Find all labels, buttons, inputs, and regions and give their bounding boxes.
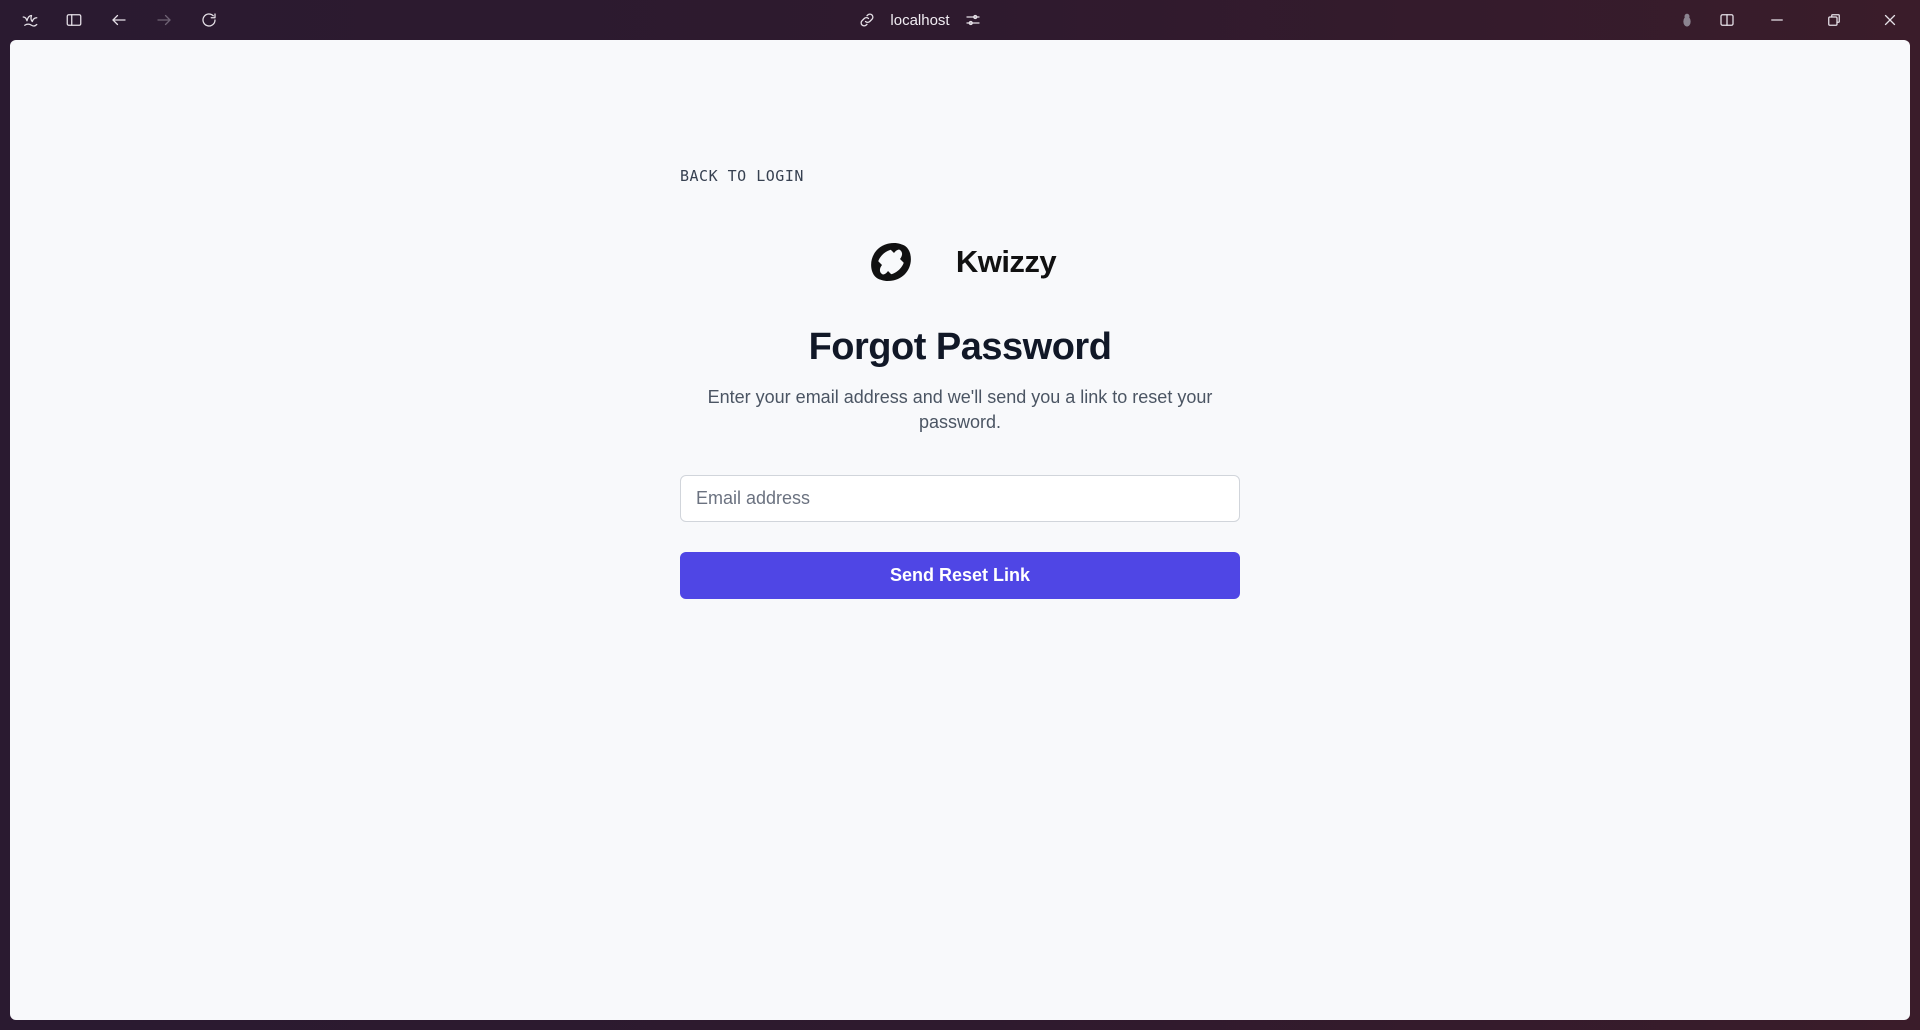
- minimize-button[interactable]: [1763, 6, 1791, 34]
- arrow-right-icon: [157, 14, 171, 26]
- send-reset-link-button[interactable]: Send Reset Link: [680, 552, 1240, 599]
- kwizzy-logo-icon: [870, 243, 911, 281]
- page-subtitle: Enter your email address and we'll send …: [707, 387, 1213, 432]
- restore-icon: [1828, 14, 1840, 26]
- reload-button[interactable]: [195, 6, 223, 34]
- page-viewport: BACK TO LOGIN Kwizzy Forgot Password Ent…: [10, 40, 1910, 1020]
- sliders-icon[interactable]: [964, 11, 982, 29]
- brand: Kwizzy: [680, 232, 1240, 292]
- minimize-icon: [1771, 19, 1783, 21]
- restore-button[interactable]: [1820, 6, 1848, 34]
- browser-titlebar: localhost: [0, 0, 1920, 40]
- address-url[interactable]: localhost: [890, 12, 949, 29]
- page-title: Forgot Password: [808, 326, 1112, 368]
- extension-icon[interactable]: [1673, 6, 1701, 34]
- link-icon: [860, 13, 874, 27]
- address-bar[interactable]: localhost: [840, 6, 1000, 34]
- split-view-icon[interactable]: [1713, 6, 1741, 34]
- forward-button[interactable]: [150, 6, 178, 34]
- browser-logo-icon[interactable]: [16, 6, 44, 34]
- back-button[interactable]: [105, 6, 133, 34]
- brand-name: Kwizzy: [955, 244, 1057, 279]
- sidebar-toggle-icon[interactable]: [60, 6, 88, 34]
- arrow-left-icon: [112, 14, 126, 26]
- email-field[interactable]: [680, 475, 1240, 522]
- close-icon: [1884, 14, 1896, 26]
- reload-icon: [202, 13, 216, 27]
- close-button[interactable]: [1876, 6, 1904, 34]
- back-to-login-link[interactable]: BACK TO LOGIN: [680, 167, 804, 185]
